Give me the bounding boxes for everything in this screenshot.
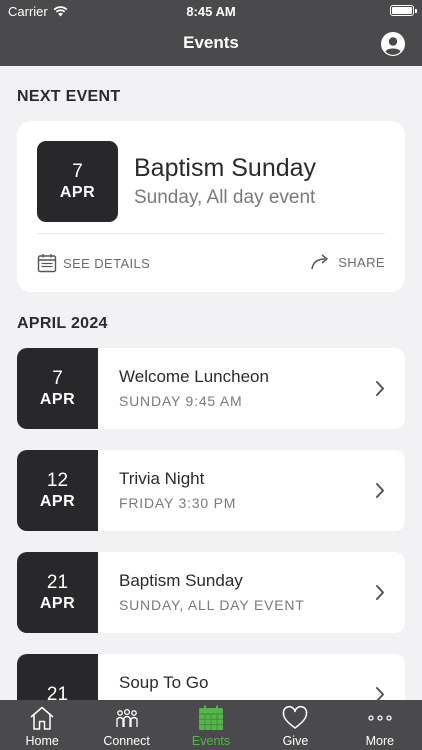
next-event-subtitle: Sunday, All day event xyxy=(134,187,316,208)
next-event-date: 7 APR xyxy=(37,141,118,222)
date-month: APR xyxy=(39,594,76,612)
calendar-details-icon xyxy=(37,254,57,273)
see-details-button[interactable]: SEE DETAILS xyxy=(37,253,150,273)
tab-label: Home xyxy=(25,734,59,748)
tab-label: More xyxy=(365,734,395,748)
event-title: Soup To Go xyxy=(119,673,209,692)
home-icon xyxy=(30,706,54,730)
date-day: 7 xyxy=(52,367,63,389)
people-icon xyxy=(115,708,138,727)
tab-more[interactable]: More xyxy=(338,700,422,750)
page-title: Events xyxy=(183,33,239,52)
event-title: Baptism Sunday xyxy=(119,571,243,590)
tab-label: Connect xyxy=(103,734,150,748)
share-button[interactable]: SHARE xyxy=(310,253,385,271)
event-row[interactable]: 12 APR Trivia Night FRIDAY 3:30 PM xyxy=(17,450,405,531)
event-time: SUNDAY, ALL DAY EVENT xyxy=(119,597,305,613)
event-time: SUNDAY 9:45 AM xyxy=(119,393,243,409)
top-bar: Carrier 8:45 AM Events xyxy=(0,0,422,66)
date-day: 12 xyxy=(46,469,69,491)
battery-icon xyxy=(390,5,417,16)
event-time: FRIDAY 3:30 PM xyxy=(119,495,237,511)
chevron-right-icon xyxy=(376,585,384,600)
calendar-icon xyxy=(199,705,224,730)
next-event-heading: NEXT EVENT xyxy=(17,88,121,105)
tab-give[interactable]: Give xyxy=(253,700,337,750)
tab-home[interactable]: Home xyxy=(0,700,84,750)
chevron-right-icon xyxy=(376,483,384,498)
event-row[interactable]: 7 APR Welcome Luncheon SUNDAY 9:45 AM xyxy=(17,348,405,429)
event-title: Trivia Night xyxy=(119,469,205,488)
tab-label: Give xyxy=(282,734,309,748)
date-month: APR xyxy=(39,390,76,408)
event-row[interactable]: 21 APR Baptism Sunday SUNDAY, ALL DAY EV… xyxy=(17,552,405,633)
more-icon xyxy=(368,715,392,721)
see-details-label: SEE DETAILS xyxy=(63,255,151,271)
date-day: 7 xyxy=(72,160,83,182)
heart-icon xyxy=(283,705,308,729)
date-day: 21 xyxy=(46,571,69,593)
event-date: 21 APR xyxy=(17,552,98,633)
tab-events[interactable]: Events xyxy=(169,700,253,750)
next-event-title: Baptism Sunday xyxy=(134,154,317,182)
chevron-right-icon xyxy=(376,381,384,396)
share-label: SHARE xyxy=(338,254,385,270)
event-date: 12 APR xyxy=(17,450,98,531)
card-divider xyxy=(37,233,385,234)
status-bar: Carrier 8:45 AM xyxy=(0,0,422,22)
next-event-card[interactable]: 7 APR Baptism Sunday Sunday, All day eve… xyxy=(17,121,405,292)
date-month: APR xyxy=(59,183,96,201)
share-icon xyxy=(311,254,328,270)
tab-bar: Home Connect Events Give More xyxy=(0,700,422,750)
status-time: 8:45 AM xyxy=(186,4,236,19)
date-month: APR xyxy=(39,492,76,510)
tab-label: Events xyxy=(191,734,231,748)
month-heading: APRIL 2024 xyxy=(17,315,108,332)
profile-icon[interactable] xyxy=(381,32,405,56)
event-title: Welcome Luncheon xyxy=(119,367,269,386)
tab-connect[interactable]: Connect xyxy=(84,700,168,750)
event-date: 7 APR xyxy=(17,348,98,429)
